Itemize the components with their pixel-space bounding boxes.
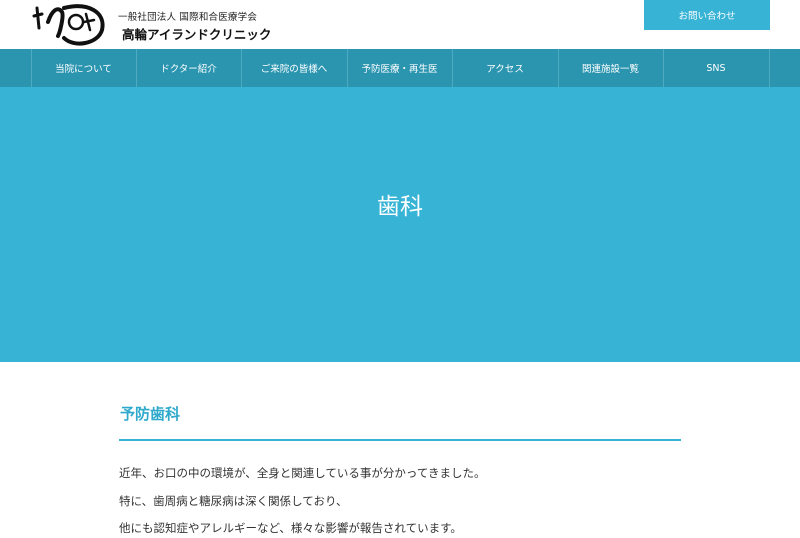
section-divider — [119, 439, 681, 441]
body-paragraph: 特に、歯周病と糖尿病は深く関係しており、 — [119, 494, 348, 508]
brush-calligraphy-logo-icon[interactable] — [28, 2, 108, 48]
clinic-name[interactable]: 高輪アイランドクリニック — [122, 24, 271, 43]
nav-divider — [769, 49, 770, 87]
nav-item-visitors[interactable]: ご来院の皆様へ — [241, 49, 347, 87]
site-header: 一般社団法人 国際和合医療学会 高輪アイランドクリニック お問い合わせ — [0, 0, 800, 49]
nav-item-doctors[interactable]: ドクター紹介 — [136, 49, 241, 87]
nav-item-about[interactable]: 当院について — [31, 49, 136, 87]
nav-item-access[interactable]: アクセス — [452, 49, 558, 87]
nav-item-preventive[interactable]: 予防医療・再生医 — [347, 49, 452, 87]
page-title: 歯科 — [377, 194, 423, 220]
org-name: 一般社団法人 国際和合医療学会 — [118, 12, 258, 23]
contact-button[interactable]: お問い合わせ — [644, 0, 770, 30]
main-nav: 当院について ドクター紹介 ご来院の皆様へ 予防医療・再生医 アクセス 関連施設… — [0, 49, 800, 87]
section-title: 予防歯科 — [120, 405, 181, 423]
nav-item-facilities[interactable]: 関連施設一覧 — [558, 49, 663, 87]
hero-banner: 歯科 — [0, 87, 800, 362]
body-paragraph: 他にも認知症やアレルギーなど、様々な影響が報告されています。 — [119, 521, 462, 535]
body-paragraph: 近年、お口の中の環境が、全身と関連している事が分かってきました。 — [119, 466, 486, 480]
nav-item-sns[interactable]: SNS — [663, 49, 769, 87]
